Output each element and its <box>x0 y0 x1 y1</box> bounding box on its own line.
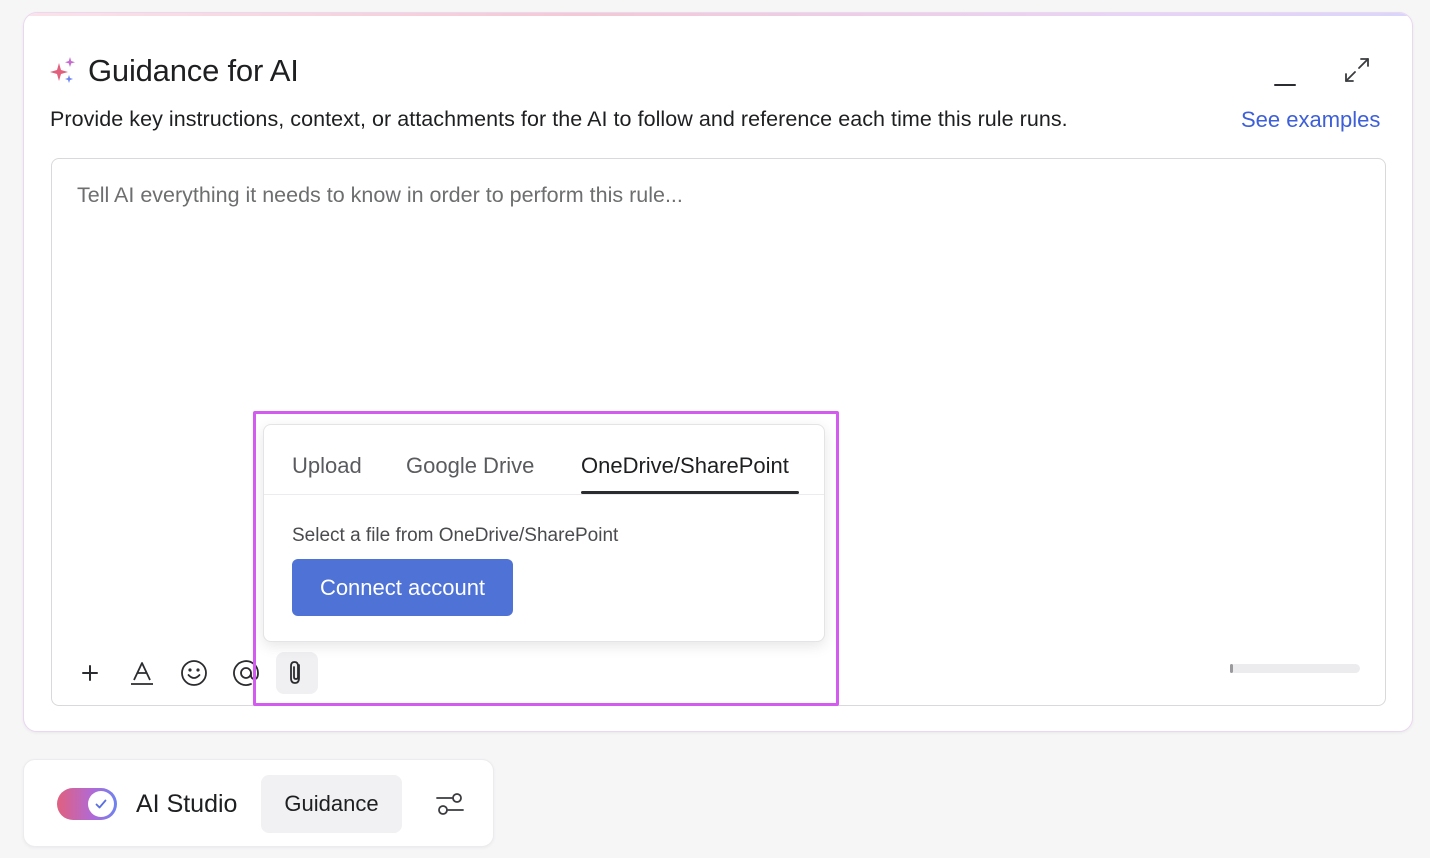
ai-studio-toggle[interactable] <box>57 788 117 820</box>
ai-studio-label: AI Studio <box>136 790 238 818</box>
expand-icon[interactable] <box>1342 55 1372 85</box>
toggle-knob <box>88 791 114 817</box>
scrollbar-thumb[interactable] <box>1230 664 1233 673</box>
emoji-icon[interactable] <box>178 657 210 689</box>
tab-upload[interactable]: Upload <box>292 453 362 479</box>
bottom-bar: AI Studio Guidance <box>23 759 494 847</box>
editor-scrollbar[interactable] <box>1230 664 1360 673</box>
minimize-icon[interactable] <box>1272 65 1298 91</box>
select-file-hint: Select a file from OneDrive/SharePoint <box>292 525 619 546</box>
card-top-accent <box>24 13 1412 16</box>
sliders-icon[interactable] <box>434 789 466 819</box>
check-icon <box>95 799 107 809</box>
guidance-button[interactable]: Guidance <box>261 775 402 833</box>
sparkle-icon <box>50 57 75 83</box>
attach-popover: Upload Google Drive OneDrive/SharePoint … <box>263 424 825 642</box>
plus-icon[interactable] <box>74 657 106 689</box>
card-title: Guidance for AI <box>88 53 299 88</box>
tab-onedrive-sharepoint[interactable]: OneDrive/SharePoint <box>581 453 789 479</box>
see-examples-link[interactable]: See examples <box>1241 107 1380 133</box>
connect-account-button[interactable]: Connect account <box>292 559 513 616</box>
attach-source-tabs: Upload Google Drive OneDrive/SharePoint <box>264 425 824 495</box>
card-subtitle: Provide key instructions, context, or at… <box>50 107 1068 131</box>
editor-toolbar <box>74 652 318 694</box>
text-format-icon[interactable] <box>126 657 158 689</box>
mention-icon[interactable] <box>230 657 262 689</box>
card-header: Guidance for AI <box>50 53 299 89</box>
tab-google-drive[interactable]: Google Drive <box>406 453 534 479</box>
paperclip-icon[interactable] <box>276 652 318 694</box>
active-tab-indicator <box>581 491 799 494</box>
